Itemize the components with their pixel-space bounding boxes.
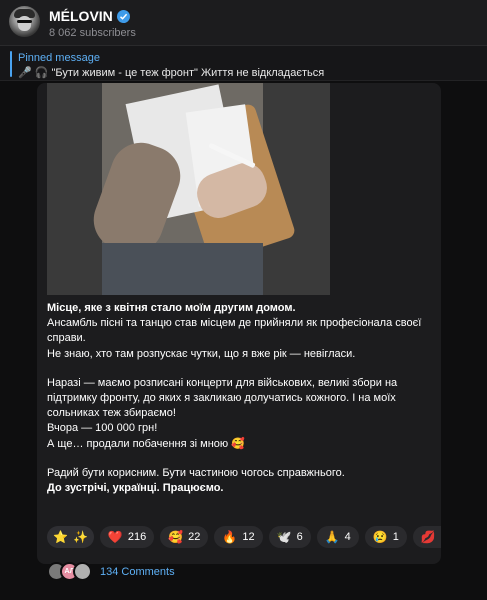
kiss-icon: 💋 bbox=[420, 530, 436, 544]
post-paragraph: Не знаю, хто там розпускає чутки, що я в… bbox=[47, 347, 356, 360]
reaction-heart[interactable]: ❤️ 216 bbox=[99, 526, 155, 548]
comments-link[interactable]: АЛ 134 Comments bbox=[37, 560, 441, 583]
reaction-count: 22 bbox=[188, 531, 201, 543]
reaction-count: 1 bbox=[392, 531, 399, 543]
channel-title[interactable]: MÉLOVIN bbox=[49, 8, 130, 24]
reaction-pray[interactable]: 🙏 4 bbox=[316, 526, 359, 548]
reaction-count: 12 bbox=[242, 531, 255, 543]
fire-icon: 🔥 bbox=[222, 530, 238, 544]
post-paragraph: А ще… продали побачення зі мною 🥰 bbox=[47, 437, 245, 450]
reaction-cry[interactable]: 😢 1 bbox=[364, 526, 407, 548]
verified-icon bbox=[116, 9, 130, 23]
post-heading: Місце, яке з квітня стало моїм другим до… bbox=[47, 302, 296, 314]
reaction-count: 4 bbox=[344, 531, 351, 543]
reaction-count: 6 bbox=[296, 531, 303, 543]
pinned-label: Pinned message bbox=[18, 52, 100, 64]
reaction-count: 216 bbox=[127, 531, 147, 543]
post-photo[interactable] bbox=[47, 83, 330, 295]
dove-icon: 🕊️ bbox=[276, 530, 292, 544]
pinned-message[interactable]: Pinned message 🎤 🎧 "Бути живим - це теж … bbox=[0, 46, 487, 81]
channel-name: MÉLOVIN bbox=[49, 8, 113, 24]
reaction-star[interactable]: ⭐ ✨ bbox=[47, 526, 94, 548]
subscriber-count: 8 062 subscribers bbox=[49, 27, 136, 39]
reactions-bar: ⭐ ✨ ❤️ 216 🥰 22 🔥 12 🕊️ 6 🙏 4 😢 1 💋 bbox=[47, 526, 441, 550]
pinned-text: 🎤 🎧 "Бути живим - це теж фронт" Життя не… bbox=[18, 67, 325, 79]
channel-post: Місце, яке з квітня стало моїм другим до… bbox=[37, 83, 441, 564]
post-signoff: До зустрічі, українці. Працюємо. bbox=[47, 482, 224, 495]
pinned-indicator bbox=[10, 51, 12, 77]
smiling-hearts-icon: 🥰 bbox=[168, 530, 184, 544]
star-icon: ⭐ bbox=[53, 530, 68, 544]
commenter-avatar bbox=[73, 562, 92, 581]
reaction-smiling-hearts[interactable]: 🥰 22 bbox=[160, 526, 209, 548]
reaction-dove[interactable]: 🕊️ 6 bbox=[268, 526, 311, 548]
heart-icon: ❤️ bbox=[107, 530, 123, 544]
sparkle-icon: ✨ bbox=[72, 530, 88, 544]
reaction-fire[interactable]: 🔥 12 bbox=[214, 526, 263, 548]
pray-icon: 🙏 bbox=[324, 530, 340, 544]
post-paragraph: Ансамбль пісні та танцю став місцем де п… bbox=[47, 317, 422, 345]
post-paragraph: Радий бути корисним. Бути частиною чогос… bbox=[47, 466, 345, 479]
post-paragraph: Наразі — маємо розписані концерти для ві… bbox=[47, 376, 398, 420]
reaction-kiss[interactable]: 💋 1 bbox=[412, 526, 441, 548]
comments-count: 134 Comments bbox=[100, 565, 175, 578]
post-paragraph: Вчора — 100 000 грн! bbox=[47, 422, 158, 435]
crying-face-icon: 😢 bbox=[372, 530, 388, 544]
post-text: Місце, яке з квітня стало моїм другим до… bbox=[47, 301, 427, 496]
channel-avatar[interactable] bbox=[9, 6, 40, 37]
channel-header: MÉLOVIN 8 062 subscribers bbox=[0, 0, 487, 46]
